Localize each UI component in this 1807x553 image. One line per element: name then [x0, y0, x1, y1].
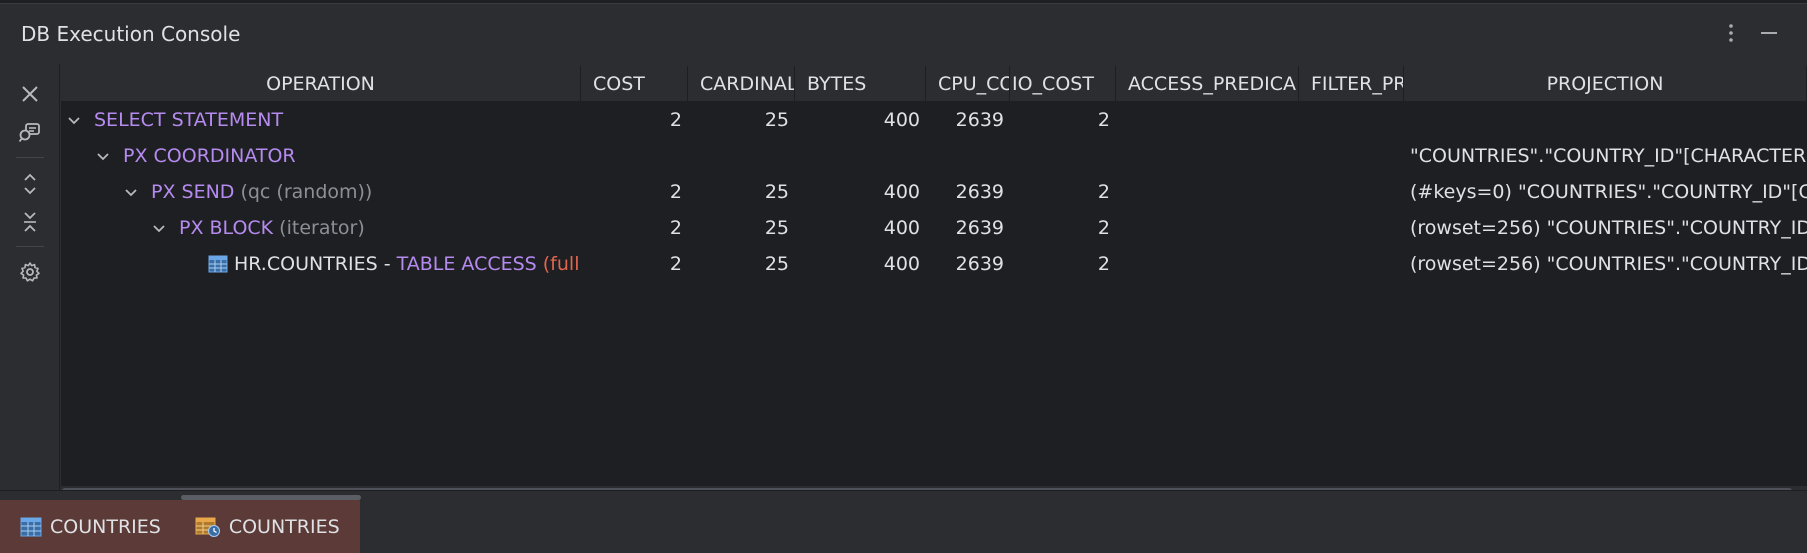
chevron-down-icon[interactable]: [150, 219, 168, 237]
toolbar-sidebar: [0, 64, 60, 494]
bytes-cell: 400: [883, 109, 920, 131]
cost-cell: 2: [669, 109, 682, 131]
operation-cell: SELECT STATEMENT: [61, 102, 581, 138]
expand-all-icon: [24, 173, 36, 195]
cardinality-cell: 25: [764, 109, 789, 131]
toolbar-separator: [16, 246, 44, 247]
bytes-cell: 400: [883, 253, 920, 275]
minimize-button[interactable]: [1754, 18, 1784, 48]
projection-cell: "COUNTRIES"."COUNTRY_ID"[CHARACTER: [1410, 145, 1807, 167]
cardinality-cell: [688, 138, 795, 174]
cardinality-cell: 25: [764, 253, 789, 275]
panel-title: DB Execution Console: [21, 22, 241, 46]
operation-full: (full: [536, 253, 580, 275]
table-row[interactable]: HR.COUNTRIES - TABLE ACCESS (full 2 25 4…: [61, 246, 1807, 282]
panel-header: DB Execution Console: [0, 4, 1807, 64]
tab-countries-history[interactable]: COUNTRIES: [181, 500, 360, 553]
result-tabs: COUNTRIES COUNTRIES: [0, 500, 360, 553]
operation-keyword: PX SEND: [151, 181, 235, 203]
expand-all-button[interactable]: [15, 169, 45, 199]
chevron-down-icon[interactable]: [94, 147, 112, 165]
column-header-projection[interactable]: PROJECTION: [1404, 66, 1807, 102]
projection-cell: (rowset=256) "COUNTRIES"."COUNTRY_ID: [1410, 217, 1807, 239]
collapse-all-button[interactable]: [15, 207, 45, 237]
column-header-cpu-cost[interactable]: CPU_CO: [926, 66, 1010, 102]
io-cost-cell: 2: [1097, 253, 1110, 275]
table-row[interactable]: PX COORDINATOR "COUNTRIES"."COUNTRY_ID"[…: [61, 138, 1807, 174]
projection-cell: [1404, 102, 1807, 138]
collapse-all-icon: [24, 212, 36, 232]
cost-cell: 2: [669, 217, 682, 239]
column-header-filter-predicates[interactable]: FILTER_PR: [1299, 66, 1404, 102]
more-options-button[interactable]: [1716, 18, 1746, 48]
io-cost-cell: 2: [1097, 109, 1110, 131]
bytes-cell: 400: [883, 217, 920, 239]
io-cost-cell: [1010, 138, 1116, 174]
column-header-cardinality[interactable]: CARDINAL: [688, 66, 795, 102]
cpu-cost-cell: 2639: [955, 109, 1004, 131]
cost-cell: [581, 138, 688, 174]
explain-plan-button[interactable]: [15, 118, 45, 148]
operation-keyword: SELECT STATEMENT: [94, 109, 284, 131]
table-icon: [20, 517, 42, 536]
tab-label: COUNTRIES: [50, 515, 161, 538]
table-row[interactable]: PX BLOCK (iterator) 2 25 400 2639 2 (row…: [61, 210, 1807, 246]
operation-cell: PX BLOCK (iterator): [61, 210, 581, 246]
explain-plan-icon: [18, 123, 40, 143]
operation-cell: PX SEND (qc (random)): [61, 174, 581, 210]
gear-icon: [20, 262, 40, 282]
operation-table-name: HR.COUNTRIES -: [234, 253, 397, 275]
chevron-down-icon[interactable]: [122, 183, 140, 201]
cost-cell: 2: [669, 181, 682, 203]
operation-keyword: PX BLOCK: [179, 217, 274, 239]
toolbar-separator: [16, 157, 44, 158]
bytes-cell: 400: [883, 181, 920, 203]
projection-cell: (rowset=256) "COUNTRIES"."COUNTRY_ID: [1410, 253, 1807, 275]
table-history-icon: [195, 517, 220, 537]
column-header-access-predicates[interactable]: ACCESS_PREDICA: [1116, 66, 1299, 102]
chevron-down-icon[interactable]: [65, 111, 83, 129]
projection-cell: (#keys=0) "COUNTRIES"."COUNTRY_ID"[C: [1410, 181, 1807, 203]
cardinality-cell: 25: [764, 217, 789, 239]
column-header-io-cost[interactable]: IO_COST: [1010, 66, 1116, 102]
column-header-operation[interactable]: OPERATION: [61, 66, 581, 102]
close-button[interactable]: [15, 79, 45, 109]
operation-detail: (qc (random)): [234, 181, 373, 203]
cpu-cost-cell: 2639: [955, 181, 1004, 203]
grid-header: OPERATION COST CARDINAL BYTES CPU_CO IO_…: [61, 66, 1807, 102]
cpu-cost-cell: 2639: [955, 217, 1004, 239]
settings-button[interactable]: [15, 257, 45, 287]
cpu-cost-cell: 2639: [955, 253, 1004, 275]
cardinality-cell: 25: [764, 181, 789, 203]
bytes-cell: [795, 138, 926, 174]
operation-keyword: PX COORDINATOR: [123, 145, 296, 167]
cpu-cost-cell: [926, 138, 1010, 174]
tab-label: COUNTRIES: [228, 515, 340, 538]
operation-cell: PX COORDINATOR: [61, 138, 581, 174]
table-icon: [208, 255, 228, 273]
io-cost-cell: 2: [1097, 181, 1110, 203]
minimize-icon: [1761, 32, 1777, 34]
column-header-bytes[interactable]: BYTES: [795, 66, 926, 102]
io-cost-cell: 2: [1097, 217, 1110, 239]
operation-detail: (iterator): [273, 217, 365, 239]
more-vertical-icon: [1729, 24, 1733, 42]
cost-cell: 2: [669, 253, 682, 275]
operation-keyword: TABLE ACCESS: [396, 253, 537, 275]
explain-plan-grid: OPERATION COST CARDINAL BYTES CPU_CO IO_…: [61, 66, 1807, 494]
column-header-cost[interactable]: COST: [581, 66, 688, 102]
table-row[interactable]: PX SEND (qc (random)) 2 25 400 2639 2 (#…: [61, 174, 1807, 210]
execution-console-panel: DB Execution Console OPERATION COST CARD…: [0, 3, 1807, 553]
tab-countries-table[interactable]: COUNTRIES: [0, 500, 181, 553]
close-icon: [22, 86, 38, 102]
operation-cell: HR.COUNTRIES - TABLE ACCESS (full: [61, 246, 581, 282]
table-row[interactable]: SELECT STATEMENT 2 25 400 2639 2: [61, 102, 1807, 138]
